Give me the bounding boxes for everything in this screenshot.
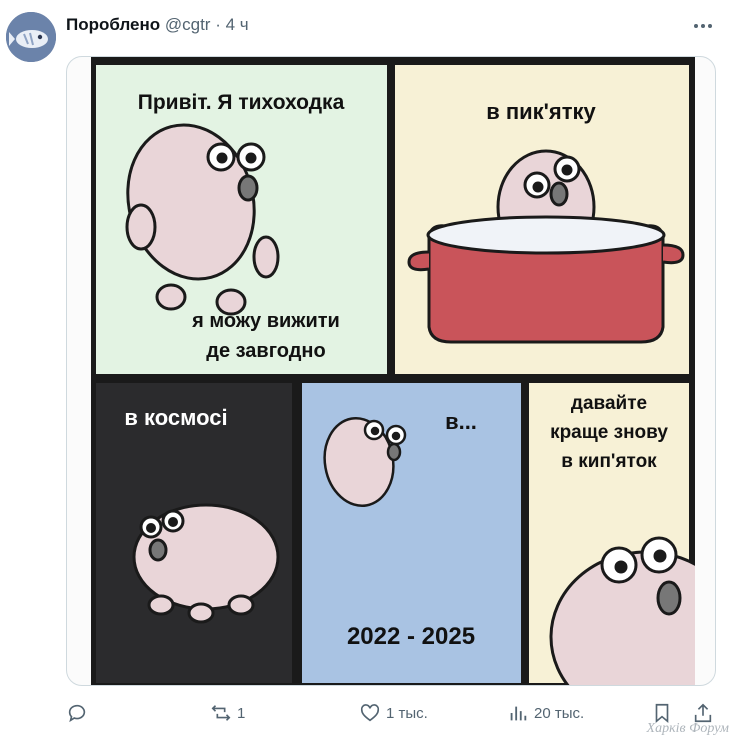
comic-image: Привіт. Я тихоходка я можу вижити де зав… [91, 57, 695, 685]
post-actions: 1 1 тыс. 20 тыс. [0, 696, 737, 732]
more-options-icon[interactable] [691, 14, 715, 38]
reply-icon [68, 704, 86, 723]
post-author: Пороблено @cgtr · 4 ч [66, 15, 249, 35]
panel-4-caption: 2022 - 2025 [347, 623, 475, 650]
panel-1-caption-line-2: де завгодно [206, 340, 325, 362]
panel-3-title: в космосі [124, 405, 227, 430]
separator: · [215, 15, 221, 34]
repost-button[interactable]: 1 [210, 702, 245, 724]
post-media[interactable]: Привіт. Я тихоходка я можу вижити де зав… [66, 56, 716, 686]
panel-1-title: Привіт. Я тихоходка [138, 91, 345, 114]
avatar[interactable] [6, 12, 56, 62]
repost-count: 1 [237, 704, 246, 722]
post-time[interactable]: 4 ч [226, 15, 249, 34]
avatar-fish-icon [6, 12, 56, 62]
panel-1-caption-line-1: я можу вижити [191, 310, 340, 332]
author-handle[interactable]: @cgtr [165, 15, 211, 34]
panel-5-line-3: в кип'яток [561, 451, 657, 472]
repost-icon [211, 705, 231, 721]
views-button[interactable]: 20 тыс. [507, 702, 584, 724]
post-header: Пороблено @cgtr · 4 ч [0, 0, 737, 62]
panel-5-line-2: краще знову [550, 422, 668, 443]
views-bar-chart-icon [510, 706, 527, 721]
like-button[interactable]: 1 тыс. [359, 702, 428, 724]
panel-2-title: в пик'ятку [486, 99, 596, 124]
like-count: 1 тыс. [386, 704, 428, 722]
panel-5-line-1: давайте [571, 393, 647, 414]
reply-button[interactable] [66, 702, 93, 724]
views-count: 20 тыс. [534, 704, 585, 722]
heart-icon [360, 704, 380, 722]
panel-4-title: в... [445, 409, 477, 434]
author-name[interactable]: Пороблено [66, 15, 160, 34]
watermark: Харків Форум [646, 721, 729, 736]
